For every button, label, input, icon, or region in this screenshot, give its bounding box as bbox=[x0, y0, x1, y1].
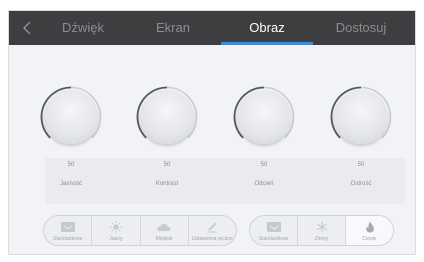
tab-screen[interactable]: Ekran bbox=[137, 11, 209, 45]
brightness-label: Jasność bbox=[59, 181, 82, 187]
option-label: Zimny bbox=[314, 236, 329, 242]
pencil-icon bbox=[207, 222, 218, 233]
color-temp-warm[interactable]: Ciepłe bbox=[346, 216, 393, 245]
tab-customize[interactable]: Dostosuj bbox=[321, 11, 401, 45]
sun-icon bbox=[109, 221, 122, 233]
option-label: Jasny bbox=[109, 236, 123, 242]
option-label: Standardowe bbox=[52, 236, 83, 242]
knob-face bbox=[140, 90, 194, 144]
hue-label: Odcień bbox=[254, 181, 274, 187]
knob-face bbox=[44, 90, 98, 144]
knob-face bbox=[237, 90, 291, 144]
option-label: Standardowe bbox=[258, 236, 289, 242]
brightness-knob[interactable] bbox=[39, 85, 103, 149]
color-temp-cool[interactable]: Zimny bbox=[298, 216, 346, 245]
contrast-knob[interactable] bbox=[135, 85, 199, 149]
tab-picture[interactable]: Obraz bbox=[231, 11, 303, 45]
sharpness-label: Ostrość bbox=[350, 181, 372, 187]
sharpness-value: 50 bbox=[357, 162, 365, 168]
tab-bar: Dźwięk Ekran Obraz Dostosuj bbox=[9, 11, 415, 45]
contrast-value: 50 bbox=[163, 162, 171, 168]
monitor-icon bbox=[60, 222, 75, 232]
contrast-label: Kontrast bbox=[155, 181, 179, 187]
option-label: Ustawienia ręczne bbox=[191, 236, 233, 242]
color-temp-standard[interactable]: Standardowe bbox=[250, 216, 298, 245]
sharpness-knob[interactable] bbox=[329, 85, 393, 149]
snowflake-icon bbox=[316, 221, 327, 233]
settings-window: Dźwięk Ekran Obraz Dostosuj 50 50 50 50 … bbox=[8, 10, 416, 255]
picture-settings-panel: 50 50 50 50 Jasność Kontrast Odcień Ostr… bbox=[9, 45, 415, 254]
picture-mode-standard[interactable]: Standardowe bbox=[44, 216, 93, 245]
picture-mode-soft[interactable]: Miękkie bbox=[141, 216, 189, 245]
color-temperature-selector: Standardowe Zimny Ciepłe bbox=[249, 215, 394, 246]
hue-value: 50 bbox=[260, 162, 268, 168]
monitor-icon bbox=[266, 222, 281, 232]
option-label: Ciepłe bbox=[362, 236, 377, 242]
tab-sound[interactable]: Dźwięk bbox=[47, 11, 119, 45]
cloud-icon bbox=[157, 223, 171, 231]
picture-mode-selector: Standardowe Jasny Miękkie Ustawienia ręc… bbox=[43, 215, 237, 246]
picture-mode-bright[interactable]: Jasny bbox=[92, 216, 141, 245]
brightness-value: 50 bbox=[67, 162, 75, 168]
back-arrow-icon[interactable] bbox=[19, 19, 37, 37]
flame-icon bbox=[365, 221, 374, 233]
picture-mode-manual[interactable]: Ustawienia ręczne bbox=[189, 216, 236, 245]
knob-face bbox=[334, 90, 388, 144]
option-label: Miękkie bbox=[155, 236, 173, 242]
hue-knob[interactable] bbox=[232, 85, 296, 149]
